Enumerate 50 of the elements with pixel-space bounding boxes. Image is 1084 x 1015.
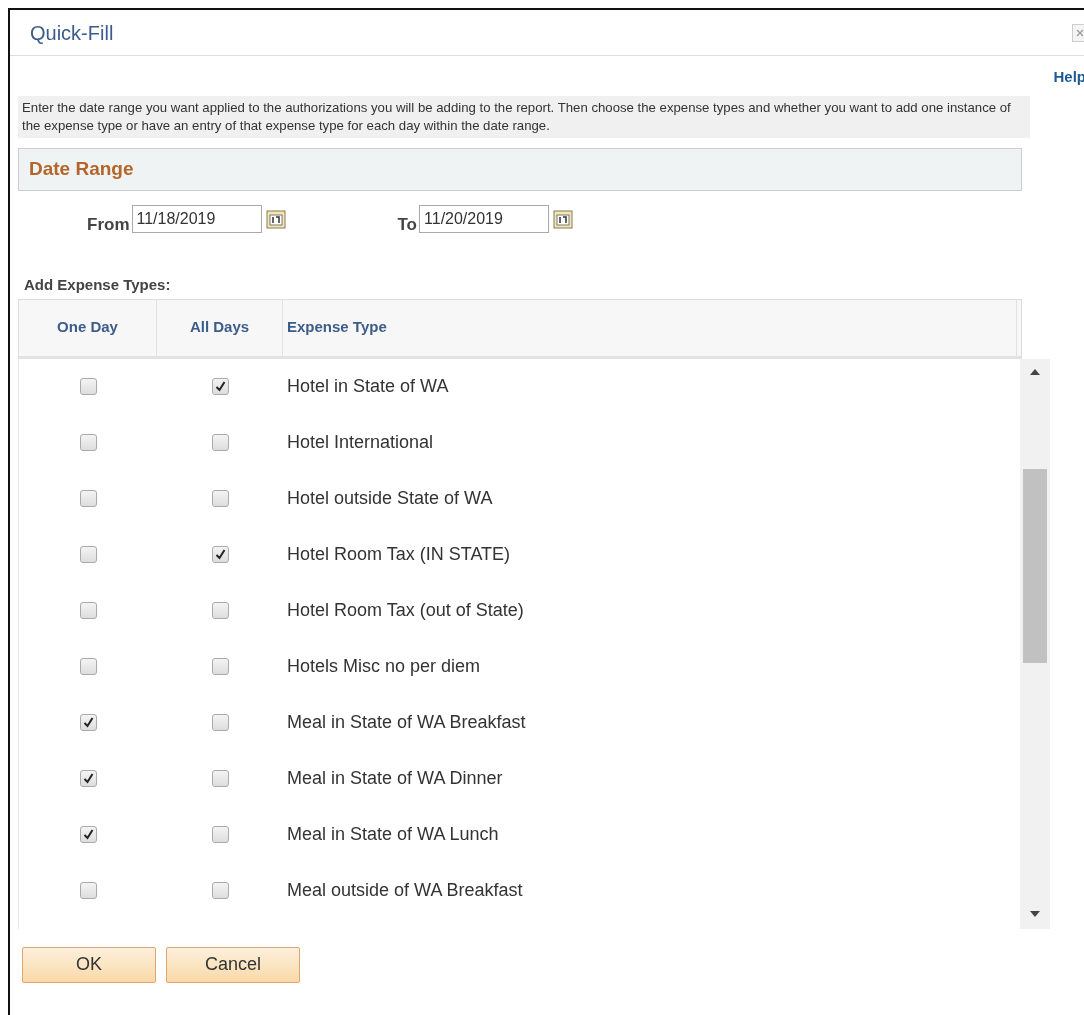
checkbox[interactable] <box>211 378 229 395</box>
column-header: Expense Type <box>283 299 1017 356</box>
checkbox[interactable] <box>79 658 97 675</box>
from-label: From <box>87 216 130 233</box>
date-field[interactable]: 11/20/2019 <box>419 205 549 233</box>
checkbox[interactable] <box>79 546 97 563</box>
expense-type: Hotel Room Tax (out of State) <box>286 599 524 622</box>
checkbox[interactable] <box>79 826 97 843</box>
section-header: Date Range <box>18 148 1022 191</box>
checkbox[interactable] <box>211 826 229 843</box>
checkbox[interactable] <box>79 434 97 451</box>
checkbox[interactable] <box>79 490 97 507</box>
scroll-up-icon[interactable] <box>1030 368 1040 375</box>
expense-type: Hotel International <box>286 431 434 454</box>
column-header: All Days <box>157 299 283 356</box>
dialog-title: Quick-Fill <box>30 20 114 46</box>
expense-type: Meal in State of WA Lunch <box>286 823 499 846</box>
expense-type: Hotel outside State of WA <box>286 487 493 510</box>
expense-type: Hotels Misc no per diem <box>286 655 481 678</box>
cancel-button[interactable]: Cancel <box>166 946 300 983</box>
instructions-text: Enter the date range you want applied to the authorizations you will be adding to the report. Then choose the expense types and whether you want to add one instance of the expense type or have an entry of that expense type for each day within the date range. <box>18 96 1030 138</box>
checkbox[interactable] <box>79 714 97 731</box>
expense-type: Hotel in State of WA <box>286 375 449 398</box>
checkbox[interactable] <box>211 602 229 619</box>
column-header: One Day <box>19 299 157 356</box>
checkbox[interactable] <box>79 602 97 619</box>
checkbox[interactable] <box>211 546 229 563</box>
scroll-down-icon[interactable] <box>1030 910 1040 917</box>
expense-type: Meal outside of WA Breakfast <box>286 879 523 902</box>
checkbox[interactable] <box>79 882 97 899</box>
calendar-icon[interactable] <box>553 209 573 229</box>
close-icon[interactable] <box>1072 24 1084 42</box>
date-field[interactable]: 11/18/2019 <box>131 205 262 233</box>
checkbox[interactable] <box>79 770 97 787</box>
checkbox[interactable] <box>211 882 229 899</box>
ok-button[interactable]: OK <box>22 946 156 983</box>
to-label: To <box>397 216 417 233</box>
scrollbar-thumb[interactable] <box>1023 468 1047 663</box>
expense-type: Meal in State of WA Dinner <box>286 767 503 790</box>
checkbox[interactable] <box>211 434 229 451</box>
checkbox[interactable] <box>211 658 229 675</box>
scrollbar[interactable] <box>1020 358 1050 929</box>
section-label: Add Expense Types: <box>24 275 172 295</box>
checkbox[interactable] <box>211 714 229 731</box>
checkbox[interactable] <box>211 490 229 507</box>
checkbox[interactable] <box>79 378 97 395</box>
expense-type: Hotel Room Tax (IN STATE) <box>286 543 511 566</box>
calendar-icon[interactable] <box>265 209 286 229</box>
expense-type: Meal in State of WA Breakfast <box>286 711 526 734</box>
checkbox[interactable] <box>211 770 229 787</box>
